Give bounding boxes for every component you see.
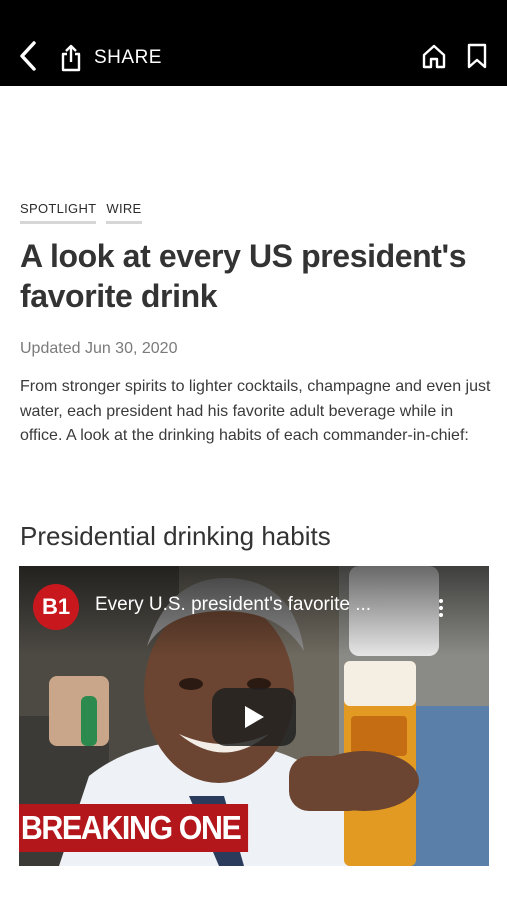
tag-spotlight[interactable]: SPOTLIGHT [20,201,97,224]
chevron-left-icon [20,41,36,71]
tag-wire[interactable]: WIRE [106,201,142,224]
share-button[interactable]: SHARE [60,40,162,76]
play-icon [245,706,264,728]
more-dot [439,613,443,617]
video-more-button[interactable] [431,592,451,624]
share-icon [61,44,81,72]
bookmark-button[interactable] [461,38,493,74]
more-vertical-icon [439,599,443,603]
video-title[interactable]: Every U.S. president's favorite ... [95,594,425,616]
more-dot [439,606,443,610]
updated-date: Updated Jun 30, 2020 [20,340,178,357]
article-headline: A look at every US president's favorite … [20,238,467,314]
top-app-bar: SHARE [0,0,507,86]
home-button[interactable] [418,38,450,74]
back-button[interactable] [10,38,46,74]
video-player[interactable]: B1 Every U.S. president's favorite ... B… [19,566,489,866]
section-title: Presidential drinking habits [20,521,331,551]
home-icon [422,44,446,69]
play-button[interactable] [212,688,296,746]
article-tags: SPOTLIGHT WIRE [20,201,142,224]
article-summary: From stronger spirits to lighter cocktai… [20,378,491,444]
breaking-banner: BREAKING ONE [19,804,248,852]
channel-logo[interactable]: B1 [33,584,79,630]
share-label: SHARE [94,47,162,68]
bookmark-icon [467,43,487,69]
